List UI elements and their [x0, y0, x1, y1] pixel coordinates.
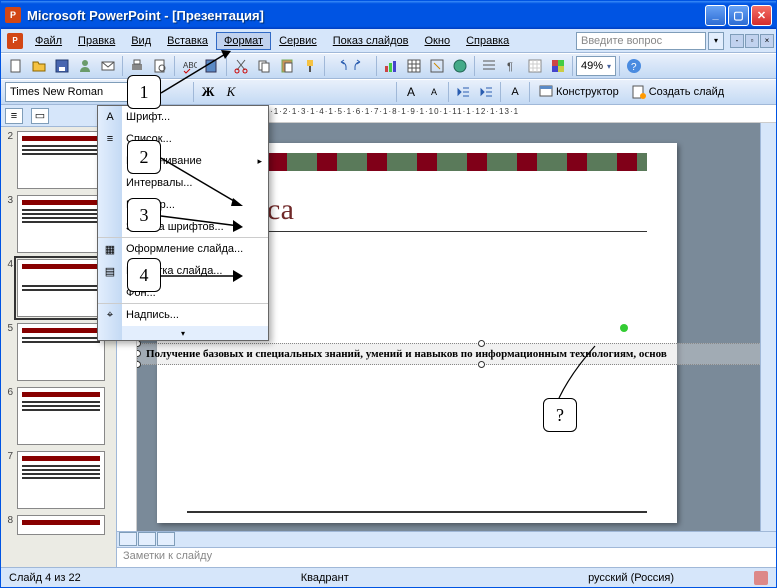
outline-tab[interactable]: ≡ — [5, 108, 23, 124]
save-button[interactable] — [51, 55, 73, 77]
paste-button[interactable] — [276, 55, 298, 77]
hyperlink-button[interactable] — [449, 55, 471, 77]
layout-icon: ▤ — [102, 263, 118, 279]
menu-window[interactable]: Окно — [417, 32, 459, 50]
slide-thumb[interactable] — [17, 195, 105, 253]
window-close-button[interactable]: ✕ — [751, 5, 772, 26]
textbox-icon: ⌖ — [102, 307, 118, 323]
resize-handle[interactable] — [137, 340, 141, 347]
callout-3: 3 — [127, 198, 161, 232]
window-maximize-button[interactable]: ▢ — [728, 5, 749, 26]
normal-view-button[interactable] — [119, 532, 137, 546]
title-bar: P Microsoft PowerPoint - [Презентация] _… — [1, 1, 776, 29]
menu-format[interactable]: Формат — [216, 32, 271, 50]
menu-bar: P Файл Правка Вид Вставка Формат Сервис … — [1, 29, 776, 53]
slide-thumb[interactable] — [17, 387, 105, 445]
app-icon: P — [5, 7, 21, 23]
child-system-icon[interactable]: P — [7, 33, 23, 49]
status-bar: Слайд 4 из 22 Квадрант русский (Россия) — [1, 567, 776, 587]
menu-insert[interactable]: Вставка — [159, 32, 216, 50]
horizontal-scrollbar[interactable] — [177, 532, 776, 547]
design-icon: ▦ — [102, 241, 118, 257]
font-color-button[interactable]: A — [504, 81, 526, 103]
callout-2: 2 — [127, 140, 161, 174]
menu-view[interactable]: Вид — [123, 32, 159, 50]
status-slide-position: Слайд 4 из 22 — [9, 572, 81, 584]
list-icon: ≡ — [102, 131, 118, 147]
slide-thumb[interactable] — [17, 131, 105, 189]
status-template: Квадрант — [301, 572, 349, 584]
increase-indent-button[interactable] — [475, 81, 497, 103]
callout-1: 1 — [127, 75, 161, 109]
slide-thumb[interactable] — [17, 515, 105, 535]
font-name-combo[interactable]: Times New Roman▾ — [5, 82, 145, 102]
window-minimize-button[interactable]: _ — [705, 5, 726, 26]
child-close-button[interactable]: × — [760, 34, 774, 48]
resize-handle[interactable] — [478, 340, 485, 347]
status-language[interactable]: русский (Россия) — [588, 572, 674, 584]
resize-handle[interactable] — [137, 361, 141, 368]
redo-button[interactable] — [351, 55, 373, 77]
chart-button[interactable] — [380, 55, 402, 77]
spellcheck-button[interactable]: ABC — [178, 55, 200, 77]
help-button[interactable]: ? — [623, 55, 645, 77]
window-title: Microsoft PowerPoint - [Презентация] — [27, 8, 705, 23]
slides-tab[interactable]: ▭ — [31, 108, 49, 124]
menu-service[interactable]: Сервис — [271, 32, 325, 50]
preview-button[interactable] — [149, 55, 171, 77]
color-button[interactable] — [547, 55, 569, 77]
slide-thumb-selected[interactable] — [17, 259, 105, 317]
table-button[interactable] — [403, 55, 425, 77]
resize-handle[interactable] — [478, 361, 485, 368]
rotate-handle[interactable] — [620, 324, 628, 332]
slide-thumb[interactable] — [17, 323, 105, 381]
print-button[interactable] — [126, 55, 148, 77]
copy-button[interactable] — [253, 55, 275, 77]
svg-text:¶: ¶ — [507, 61, 513, 73]
show-formatting-button[interactable]: ¶ — [501, 55, 523, 77]
child-minimize-button[interactable]: - — [730, 34, 744, 48]
undo-button[interactable] — [328, 55, 350, 77]
resize-handle[interactable] — [137, 350, 141, 357]
tables-borders-button[interactable] — [426, 55, 448, 77]
format-painter-button[interactable] — [299, 55, 321, 77]
grid-button[interactable] — [524, 55, 546, 77]
help-search-dropdown[interactable]: ▾ — [708, 32, 724, 50]
menu-slideshow[interactable]: Показ слайдов — [325, 32, 417, 50]
notes-pane[interactable]: Заметки к слайду — [117, 547, 776, 567]
svg-text:ABC: ABC — [183, 61, 197, 70]
menu-file[interactable]: Файл — [27, 32, 70, 50]
slide-thumb[interactable] — [17, 451, 105, 509]
new-button[interactable] — [5, 55, 27, 77]
email-button[interactable] — [97, 55, 119, 77]
cut-button[interactable] — [230, 55, 252, 77]
menu-edit[interactable]: Правка — [70, 32, 123, 50]
slideshow-view-button[interactable] — [157, 532, 175, 546]
standard-toolbar: ABC ¶ 49%▾ ? — [1, 53, 776, 79]
open-button[interactable] — [28, 55, 50, 77]
menu-help[interactable]: Справка — [458, 32, 517, 50]
callout-question: ? — [543, 398, 577, 432]
zoom-combo[interactable]: 49%▾ — [576, 56, 616, 76]
permission-button[interactable] — [74, 55, 96, 77]
new-slide-button[interactable]: Создать слайд — [626, 81, 730, 103]
child-restore-button[interactable]: ▫ — [745, 34, 759, 48]
status-spellcheck-icon[interactable] — [754, 571, 768, 585]
sorter-view-button[interactable] — [138, 532, 156, 546]
callout-4: 4 — [127, 258, 161, 292]
expand-all-button[interactable] — [478, 55, 500, 77]
font-icon: A — [102, 109, 118, 125]
design-button[interactable]: Конструктор — [533, 81, 625, 103]
help-search-input[interactable] — [576, 32, 706, 50]
svg-text:?: ? — [631, 62, 637, 73]
